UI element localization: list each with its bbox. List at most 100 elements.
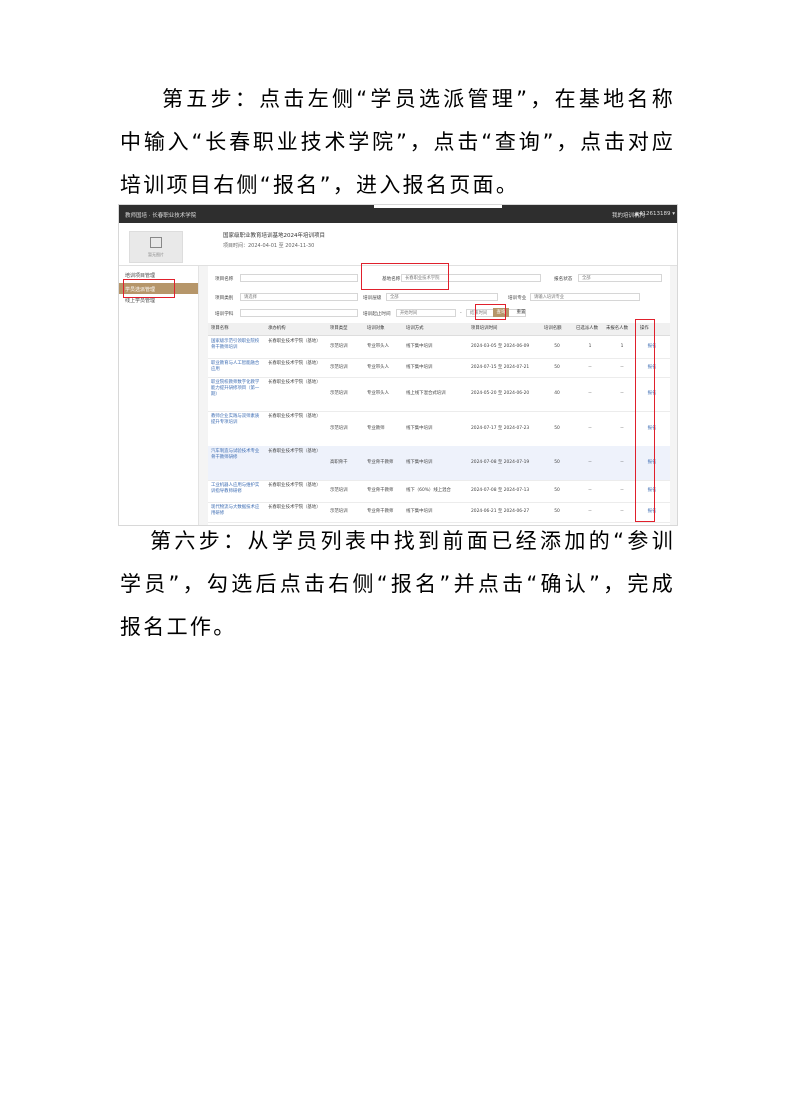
cell-unregistered-count: 1 xyxy=(620,344,624,349)
step6-paragraph: 第六步：从学员列表中找到前面已经添加的“参训学员”，勾选后点击右侧“报名”并点击… xyxy=(120,529,675,639)
cell-selected-count: -- xyxy=(588,509,592,514)
project-logo: 暂无图片 xyxy=(129,231,183,263)
cell-project-name[interactable]: 职业院校教师数字化教学能力提升研修项目（第一期） xyxy=(211,380,263,398)
cell-project-name[interactable]: 职业教育与人工智能融合应用 xyxy=(211,361,263,373)
table-row: 国家级示范引领职业院校骨干教师培训 长春职业技术学院（基地） 示范培训 专业带头人 线下… xyxy=(208,336,670,359)
category-select[interactable]: 请选择 xyxy=(240,293,358,301)
start-date-input[interactable]: 开始时间 xyxy=(396,309,456,317)
column-header-training-time: 项目培训时间 xyxy=(471,326,498,331)
cell-training-mode: 线下集中培训 xyxy=(406,509,433,514)
column-header-unregistered-count: 未报名人数 xyxy=(606,326,628,331)
project-name-label: 项目名称 xyxy=(215,277,234,282)
cell-target: 专业带头人 xyxy=(367,391,389,396)
top-navigation-bar: 教师国培 · 长春职业技术学院 我的培训机构 ▲412613189 ▾ xyxy=(119,205,677,223)
level-select[interactable]: 全部 xyxy=(386,293,498,301)
cell-training-time: 2024-07-08 至 2024-07-19 xyxy=(471,460,530,465)
column-header-project-name: 项目名称 xyxy=(211,326,229,331)
cell-unregistered-count: -- xyxy=(620,425,624,431)
cell-target: 专业带头人 xyxy=(367,344,389,349)
cell-training-mode: 线下集中培训 xyxy=(406,425,433,431)
column-header-selected-count: 已选派人数 xyxy=(576,326,598,331)
cell-training-mode: 线下集中培训 xyxy=(406,460,433,465)
cell-organizer: 长春职业技术学院（基地） xyxy=(268,505,321,510)
cell-quota: 40 xyxy=(554,391,560,396)
table-row: 职业院校教师数字化教学能力提升研修项目（第一期） 长春职业技术学院（基地） 示范培训… xyxy=(208,377,670,412)
highlight-operation-column xyxy=(635,319,655,522)
level-label: 培训层级 xyxy=(363,296,382,301)
cell-target: 专业骨干教师 xyxy=(367,488,394,493)
category-label: 项目类别 xyxy=(215,296,234,301)
cell-training-time: 2024-07-17 至 2024-07-23 xyxy=(471,425,530,431)
logo-caption: 暂无图片 xyxy=(148,252,164,257)
cell-training-time: 2024-05-20 至 2024-06-20 xyxy=(471,391,530,396)
cell-project-type: 示范培训 xyxy=(330,391,348,396)
direction-input[interactable]: 请输入培训专业 xyxy=(530,293,640,301)
cell-organizer: 长春职业技术学院（基地） xyxy=(268,339,321,344)
cell-selected-count: -- xyxy=(588,364,592,370)
column-header-quota: 培训名额 xyxy=(544,326,562,331)
status-label: 报名状态 xyxy=(554,277,573,282)
cell-quota: 50 xyxy=(554,425,560,431)
sidebar-item-online-students[interactable]: 线上学员管理 xyxy=(125,297,155,304)
table-row: 工业机器人应用与维护实训指导教师研修 长春职业技术学院（基地） 示范培训 专业骨干教师… xyxy=(208,480,670,503)
step5-paragraph: 第五步：点击左侧“学员选派管理”，在基地名称中输入“长春职业技术学院”，点击“查… xyxy=(120,87,675,197)
reset-button[interactable]: 重置 xyxy=(514,308,528,317)
site-title: 教师国培 · 长春职业技术学院 xyxy=(125,213,197,219)
column-header-training-mode: 培训方式 xyxy=(406,326,424,331)
cell-unregistered-count: -- xyxy=(620,364,624,370)
cell-quota: 50 xyxy=(554,460,560,465)
cell-target: 专业带头人 xyxy=(367,364,389,370)
table-row: 教师企业实践与双师素质提升专项培训 长春职业技术学院（基地） 示范培训 专业教师 线下集… xyxy=(208,411,670,447)
project-name-input[interactable] xyxy=(240,274,358,282)
cell-organizer: 长春职业技术学院（基地） xyxy=(268,380,321,385)
cell-training-mode: 线下集中培训 xyxy=(406,364,433,370)
cell-selected-count: -- xyxy=(588,425,592,431)
cell-quota: 50 xyxy=(554,509,560,514)
highlight-query-box xyxy=(475,304,506,320)
cell-target: 专业教师 xyxy=(367,425,385,431)
cell-selected-count: -- xyxy=(588,460,592,465)
cell-training-mode: 线下集中培训 xyxy=(406,344,433,349)
cell-training-mode: 线上线下混合式培训 xyxy=(406,391,446,396)
cell-project-name[interactable]: 汽车制造与试验技术专业骨干教师研修 xyxy=(211,449,263,461)
cell-project-name[interactable]: 国家级示范引领职业院校骨干教师培训 xyxy=(211,339,263,351)
date-separator: - xyxy=(460,311,462,316)
sidebar-item-project-management[interactable]: 培训项目管理 xyxy=(125,272,155,279)
cell-project-name[interactable]: 教师企业实践与双师素质提升专项培训 xyxy=(211,414,263,426)
sidebar: 培训项目管理 学员选派管理 线上学员管理 xyxy=(119,266,199,525)
highlight-base-name-box xyxy=(361,263,449,290)
cell-organizer: 长春职业技术学院（基地） xyxy=(268,361,321,366)
cell-unregistered-count: -- xyxy=(620,509,624,514)
user-menu[interactable]: ▲412613189 ▾ xyxy=(635,211,675,217)
column-header-project-type: 项目类型 xyxy=(330,326,348,331)
cell-selected-count: 1 xyxy=(588,344,592,349)
cell-project-type: 示范培训 xyxy=(330,364,348,370)
cell-project-type: 示范培训 xyxy=(330,509,348,514)
image-placeholder-icon xyxy=(150,237,162,248)
cell-training-time: 2024-07-08 至 2024-07-13 xyxy=(471,488,530,493)
status-select[interactable]: 全部 xyxy=(578,274,662,282)
cell-project-type: 高职骨干 xyxy=(330,460,348,465)
cell-unregistered-count: -- xyxy=(620,488,624,493)
cell-unregistered-count: -- xyxy=(620,460,624,465)
cell-project-name[interactable]: 现代物流与大数据技术应用研修 xyxy=(211,505,263,517)
top-notch xyxy=(374,205,502,208)
project-title: 国家级职业教育培训基地2024年培训项目 xyxy=(223,233,325,239)
table-row: 汽车制造与试验技术专业骨干教师研修 长春职业技术学院（基地） 高职骨干 专业骨干教师 线… xyxy=(208,446,670,481)
cell-project-name[interactable]: 工业机器人应用与维护实训指导教师研修 xyxy=(211,483,263,495)
column-header-organizer: 承办机构 xyxy=(268,326,286,331)
project-info-header: 暂无图片 国家级职业教育培训基地2024年培训项目 项目时间：2024-04-0… xyxy=(119,223,677,266)
cell-quota: 50 xyxy=(554,344,560,349)
main-panel: 项目名称 基地名称 长春职业技术学院 报名状态 全部 项目类别 请选择 培训层级… xyxy=(208,266,670,525)
subject-label: 培训学科 xyxy=(215,312,234,317)
project-time: 项目时间：2024-04-01 至 2024-11-30 xyxy=(223,243,315,249)
cell-target: 专业骨干教师 xyxy=(367,509,394,514)
subject-input[interactable] xyxy=(240,309,358,317)
highlight-sidebar-box xyxy=(123,279,175,298)
cell-target: 专业骨干教师 xyxy=(367,460,394,465)
date-label: 培训起止时间 xyxy=(363,312,391,317)
cell-quota: 50 xyxy=(554,488,560,493)
column-header-target: 培训对象 xyxy=(367,326,385,331)
cell-organizer: 长春职业技术学院（基地） xyxy=(268,414,321,419)
direction-label: 培训专业 xyxy=(508,296,527,301)
